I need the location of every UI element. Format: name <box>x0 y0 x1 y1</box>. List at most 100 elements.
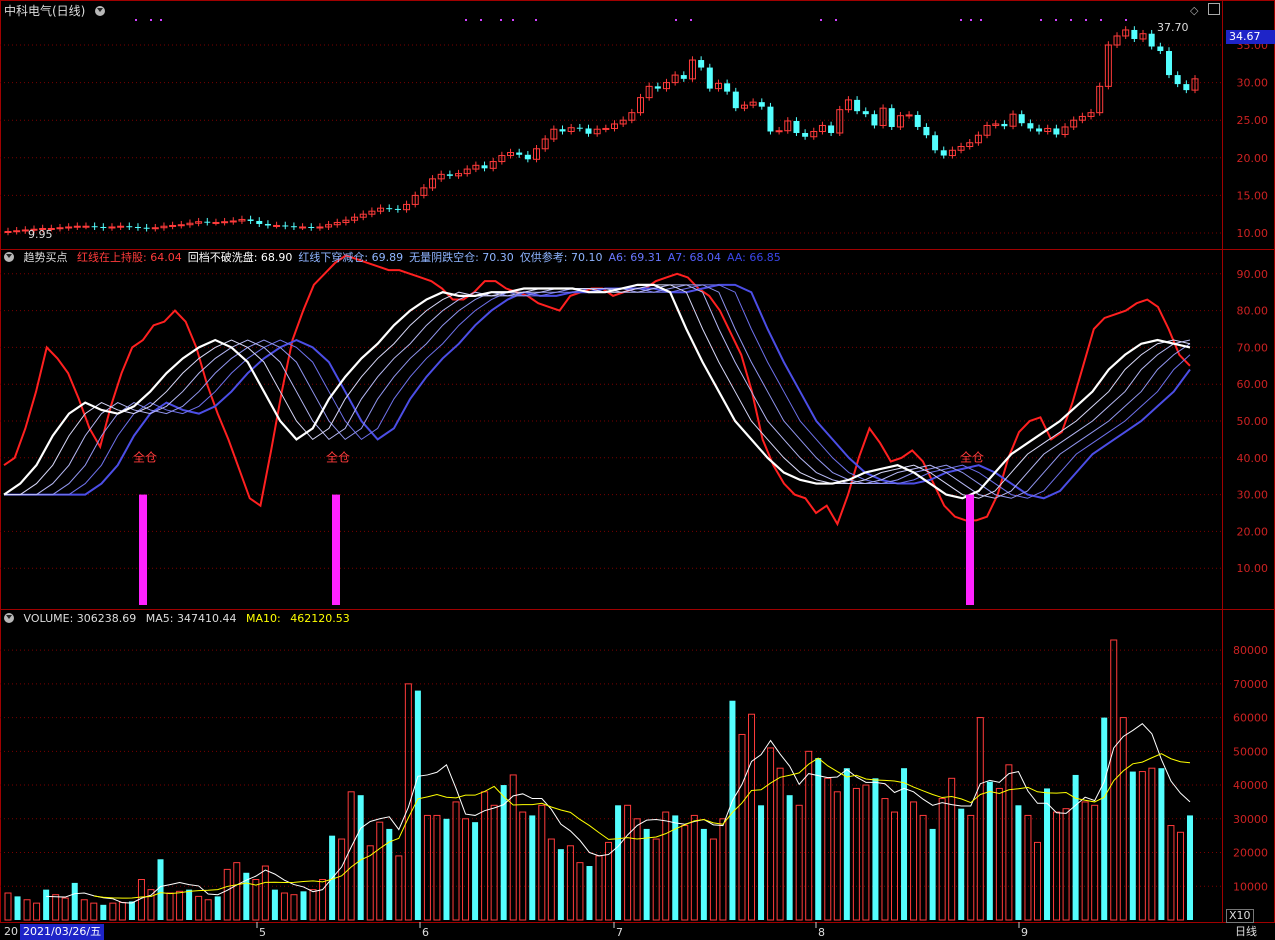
maximize-icon[interactable] <box>1208 3 1220 15</box>
candle-body-down <box>940 150 947 156</box>
volume-bar-up <box>881 798 889 921</box>
volume-bar-up <box>309 889 317 921</box>
candle-body-down <box>914 114 921 127</box>
diamond-icon[interactable]: ◇ <box>1190 4 1198 17</box>
low-price-label: 9.95 <box>28 228 53 241</box>
signal-dot <box>1125 19 1127 21</box>
volume-bar-down <box>901 768 908 920</box>
volume-bar-up <box>595 855 603 921</box>
volume-bar-up <box>280 892 288 921</box>
candle-body-up <box>299 226 307 229</box>
volume-tick-label: 30000 <box>1233 813 1268 826</box>
volume-bar-up <box>1119 717 1127 921</box>
volume-bar-up <box>290 894 298 921</box>
candle-body-down <box>134 226 141 228</box>
volume-bar-up <box>490 804 498 921</box>
volume-bar-up <box>719 818 727 921</box>
volume-bar-up <box>1033 841 1041 921</box>
volume-bar-up <box>891 811 898 921</box>
volume-bar-up <box>566 845 574 921</box>
volume-bar-up <box>376 821 384 921</box>
signal-dot <box>465 19 467 21</box>
volume-bar-down <box>815 758 822 920</box>
candle-body-down <box>732 91 739 109</box>
indicator-tick-label: 60.00 <box>1237 378 1269 391</box>
candle-body-up <box>151 227 159 230</box>
high-price-label: 37.70 <box>1157 21 1189 34</box>
volume-bar-down <box>443 818 450 920</box>
candle-body-down <box>247 219 254 221</box>
signal-dot <box>160 19 162 21</box>
volume-bar-down <box>1187 815 1193 920</box>
volume-bar-up <box>1005 764 1013 921</box>
volume-bar-up <box>681 825 689 921</box>
volume-bar-up <box>938 798 946 921</box>
volume-bar-up <box>166 892 174 921</box>
candle-body-down <box>802 132 809 137</box>
volume-bar-up <box>776 767 784 921</box>
chevron-down-icon[interactable] <box>4 613 14 623</box>
ma5-value: 347410.44 <box>176 612 237 625</box>
chevron-down-icon[interactable] <box>94 6 105 16</box>
price-tick-label: 20.00 <box>1237 152 1269 165</box>
candle-body-down <box>888 108 895 127</box>
candle-body-up <box>316 226 324 229</box>
candle-body-up <box>177 224 185 227</box>
volume-bar-down <box>1101 717 1108 920</box>
volume-bar-down <box>758 805 765 920</box>
volume-bar-up <box>347 791 355 921</box>
volume-bar-up <box>109 902 117 921</box>
signal-dot <box>480 19 482 21</box>
volume-bar-up <box>948 777 956 921</box>
indicator-legend-item: A7: 68.04 <box>667 251 721 264</box>
full-position-bar <box>332 494 340 605</box>
candle-body-down <box>854 99 861 112</box>
price-tick-label: 15.00 <box>1237 189 1269 202</box>
volume-bar-down <box>472 822 479 920</box>
volume-tick-label: 10000 <box>1233 880 1268 893</box>
candle-body-down <box>698 60 705 68</box>
volume-bar-down <box>386 828 393 920</box>
indicator-tick-label: 90.00 <box>1237 268 1269 281</box>
volume-bar-up <box>1062 808 1070 921</box>
indicator-tick-label: 50.00 <box>1237 415 1269 428</box>
volume-bar-down <box>1129 771 1136 920</box>
volume-bar-down <box>1044 788 1051 920</box>
panel-frames <box>0 0 1275 923</box>
price-tick-label: 30.00 <box>1237 77 1269 90</box>
volume-bar-up <box>624 804 632 921</box>
signal-dot <box>690 19 692 21</box>
full-position-label: 全仓 <box>133 449 157 464</box>
volume-bar-up <box>261 865 269 921</box>
indicator-name: 趋势买点 <box>23 251 68 264</box>
indicator-legend-item: AA: 66.85 <box>726 251 781 264</box>
volume-bar-up <box>338 838 346 921</box>
full-position-bar <box>966 494 974 605</box>
candle-body-down <box>828 125 835 133</box>
volume-bar-up <box>519 811 527 921</box>
signal-dot <box>970 19 972 21</box>
signal-dot <box>980 19 982 21</box>
period-label[interactable]: 日线 <box>1235 924 1257 940</box>
volume-bar-up <box>795 804 803 921</box>
indicator-legend-item: 红线在上持股: 64.04 <box>77 251 182 264</box>
volume-bar-down <box>586 866 593 920</box>
candle-body-down <box>516 152 523 155</box>
candle-body-up <box>65 226 73 229</box>
volume-tick-label: 40000 <box>1233 779 1268 792</box>
candle-body-up <box>4 230 12 233</box>
volume-bar-up <box>423 814 431 921</box>
chevron-down-icon[interactable] <box>4 252 14 262</box>
candle-body-up <box>56 227 64 230</box>
candle-body-down <box>932 135 939 151</box>
indicator-tick-label: 80.00 <box>1237 305 1269 318</box>
volume-bar-down <box>128 901 135 920</box>
candle-body-up <box>117 225 125 228</box>
candle-body-down <box>585 128 592 134</box>
candle-body-down <box>282 225 289 227</box>
volume-bar-down <box>872 778 879 920</box>
volume-bar-down <box>357 795 364 920</box>
candle-body-down <box>126 226 133 228</box>
volume-bar-up <box>1024 814 1032 921</box>
indicator-lines: 全仓 全仓 全仓 <box>3 254 1191 605</box>
